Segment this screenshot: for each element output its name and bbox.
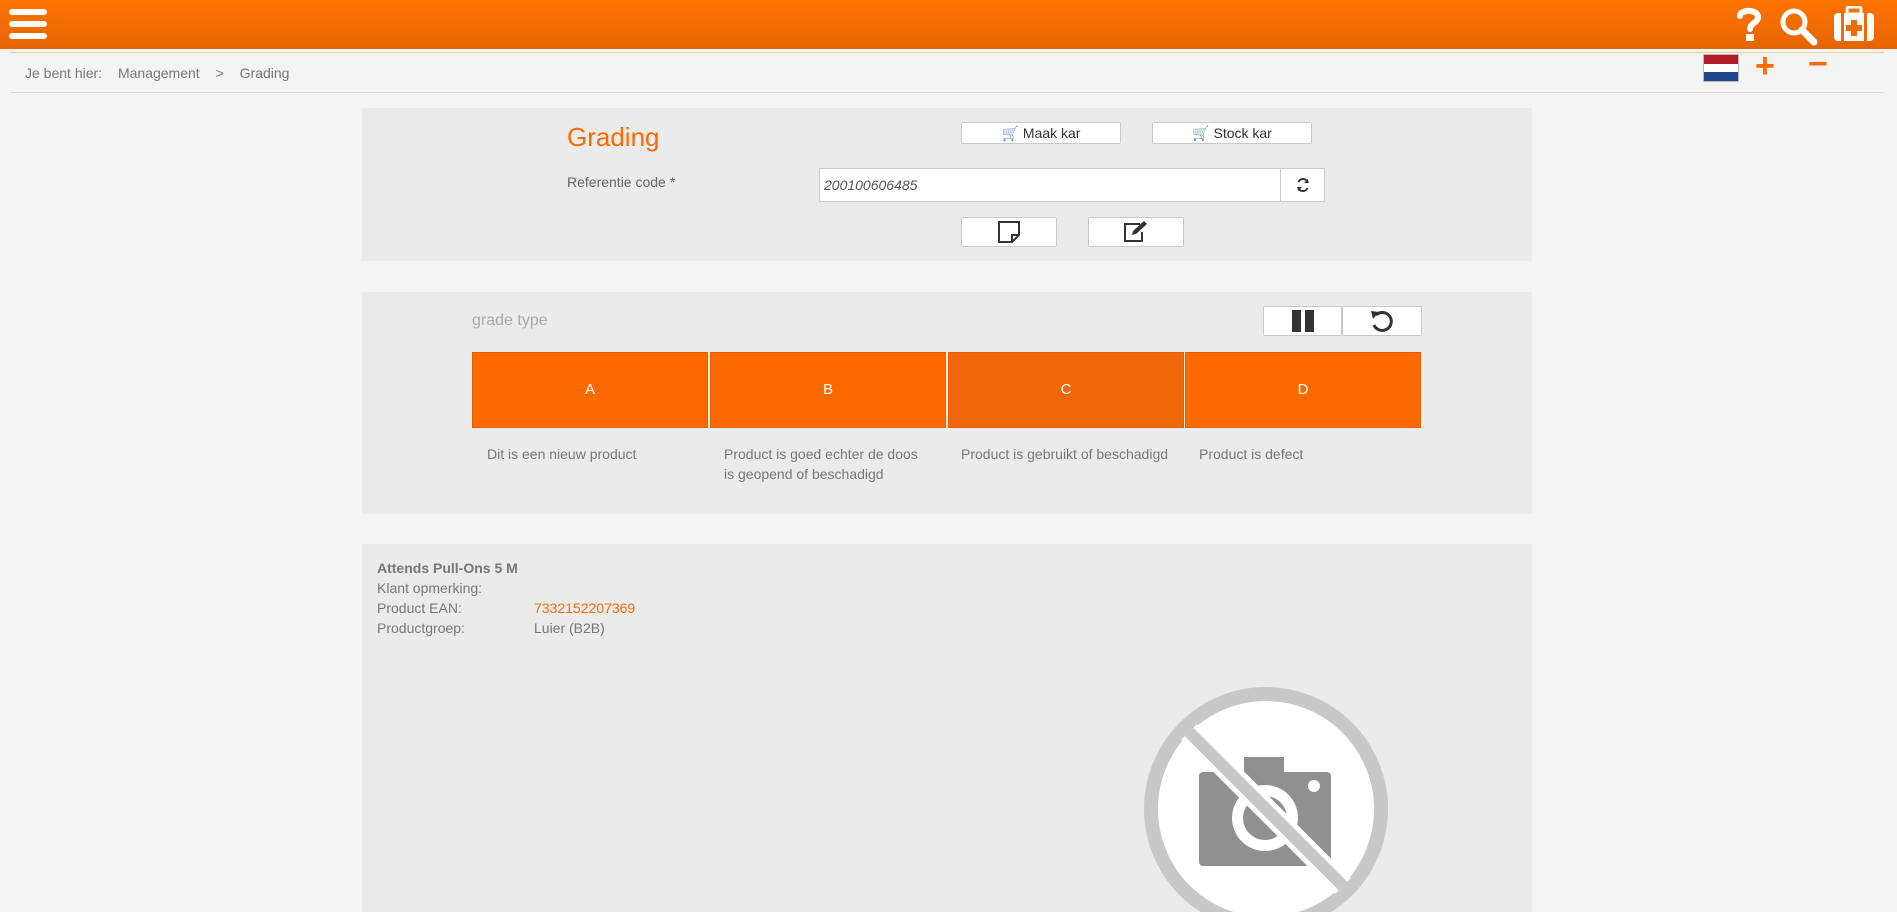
reset-button[interactable] [1342,306,1422,336]
grade-b-description: Product is goed echter de doos is geopen… [724,446,918,482]
refresh-button[interactable] [1280,168,1325,202]
grade-selection-panel: grade type A B C D Dit is een nieuw prod… [362,292,1532,514]
grade-b-button[interactable]: B [710,352,946,428]
breadcrumb-separator: > [215,65,224,81]
grade-d-button[interactable]: D [1185,352,1421,428]
breadcrumb-item-grading: Grading [239,65,290,81]
grade-c-button[interactable]: C [948,352,1184,428]
breadcrumb-item-management[interactable]: Management [118,65,200,81]
search-icon[interactable] [1778,6,1818,46]
first-aid-kit-icon[interactable] [1833,6,1875,42]
cart-icon: 🛒 [1001,125,1019,141]
netherlands-flag-icon[interactable] [1703,54,1739,82]
grade-c-description: Product is gebruikt of beschadigd [961,446,1169,462]
page-title: Grading [567,122,660,152]
product-ean-label: Product EAN: [377,600,462,616]
note-button[interactable] [961,217,1057,247]
grade-a-description: Dit is een nieuw product [487,446,637,462]
make-cart-label: Maak kar [1022,125,1081,141]
edit-button[interactable] [1088,217,1184,247]
grade-d-description: Product is defect [1199,446,1304,462]
pause-icon [1291,310,1314,332]
refresh-icon [1296,178,1309,192]
cart-icon: 🛒 [1192,125,1210,141]
undo-icon [1371,310,1393,332]
reference-code-input[interactable] [819,168,1282,202]
grading-form-panel: Grading 🛒 Maak kar 🛒 Stock kar Referenti… [362,108,1532,261]
stock-cart-button[interactable]: 🛒 Stock kar [1152,122,1312,144]
product-group-label: Productgroep: [377,620,465,636]
make-cart-button[interactable]: 🛒 Maak kar [961,122,1121,144]
product-ean-value[interactable]: 7332152207369 [534,600,635,616]
grade-a-button[interactable]: A [472,352,708,428]
top-navigation-bar [0,0,1897,49]
customer-remark-label: Klant opmerking: [377,580,483,596]
grade-type-label: grade type [472,312,548,329]
breadcrumb-bar: Je bent hier: Management > Grading [10,52,1884,93]
breadcrumb: Je bent hier: Management > Grading [25,65,301,81]
no-photo-icon [1144,687,1388,912]
product-info-panel: Attends Pull-Ons 5 M Klant opmerking: Pr… [362,544,1532,912]
product-group-value: Luier (B2B) [534,620,605,636]
hamburger-menu-icon[interactable] [9,9,47,39]
edit-icon [1124,221,1147,242]
zoom-out-button[interactable]: − [1808,47,1828,81]
help-icon[interactable] [1735,6,1763,42]
breadcrumb-prefix: Je bent hier: [25,65,103,81]
stock-cart-label: Stock kar [1213,125,1272,141]
product-name: Attends Pull-Ons 5 M [377,560,518,576]
zoom-in-button[interactable]: + [1755,49,1775,83]
sticky-note-icon [998,221,1020,243]
reference-code-label: Referentie code * [567,174,676,190]
pause-button[interactable] [1263,306,1342,336]
